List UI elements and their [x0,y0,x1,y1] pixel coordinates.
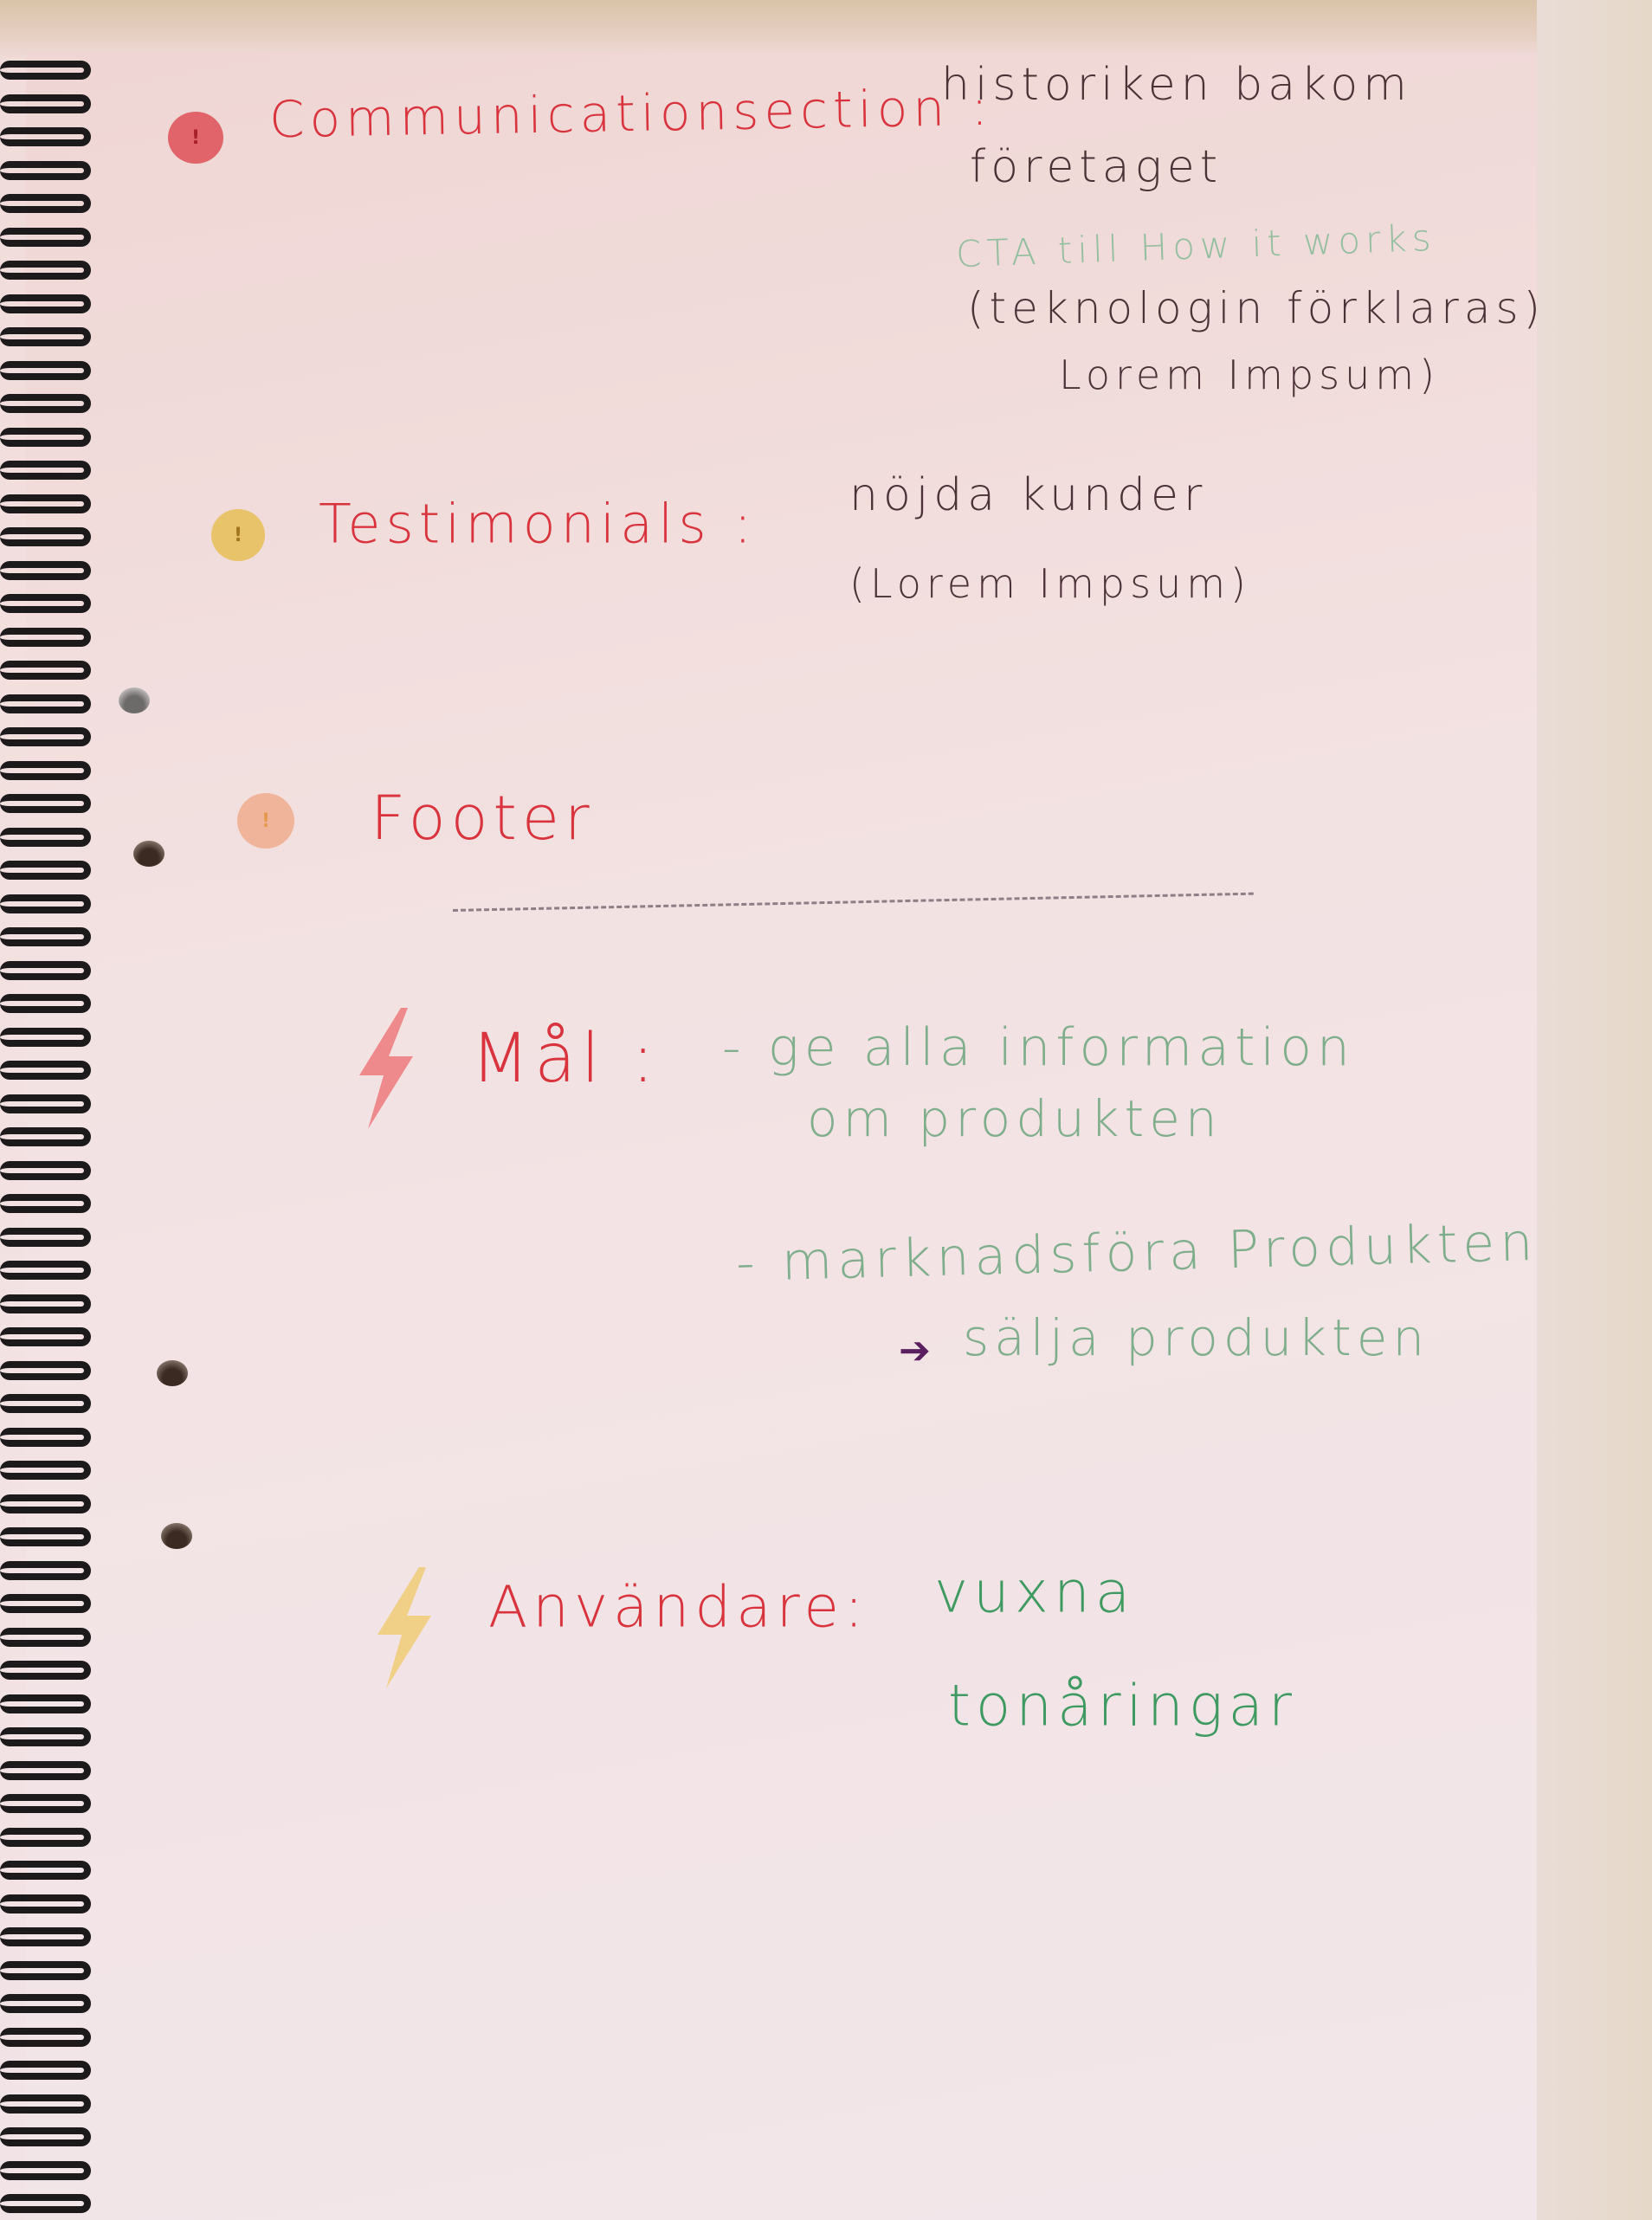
spiral-ring [0,960,91,980]
communication-line-4: (teknologin förklaras) [967,283,1546,333]
punch-hole [157,1360,188,1386]
spiral-ring [0,394,91,413]
spiral-ring [0,1127,91,1146]
spiral-ring [0,2094,91,2114]
punch-hole [119,687,150,713]
goal-line-1: - ge alla information [722,1017,1355,1078]
spiral-ring [0,861,91,880]
spiral-ring [0,1094,91,1113]
spiral-ring [0,1827,91,1847]
spiral-ring [0,1894,91,1913]
spiral-ring [0,1027,91,1047]
spiral-ring [0,327,91,346]
spiral-ring [0,2027,91,2047]
spiral-ring [0,994,91,1013]
spiral-ring [0,1527,91,1546]
spiral-ring [0,627,91,647]
yellow-exclamation-icon: ! [211,509,265,561]
communication-line-5: Lorem Impsum) [1059,352,1441,398]
spiral-ring [0,160,91,180]
testimonials-line-1: nöjda kunder [849,469,1208,521]
spiral-ring [0,2194,91,2213]
goal-line-4: säljа produkten [963,1308,1430,1367]
spiral-ring [0,1061,91,1080]
spiral-ring [0,727,91,746]
spiral-ring [0,294,91,313]
spiral-ring [0,1661,91,1680]
goal-heading: Mål : [471,1020,660,1098]
spiral-ring [0,1927,91,1946]
spiral-ring [0,827,91,847]
testimonials-line-2: (Lorem Impsum) [849,560,1251,607]
spiral-ring [0,1594,91,1613]
yellow-lightning-icon [378,1567,431,1688]
spiral-ring [0,1727,91,1746]
spiral-ring [0,1794,91,1813]
spiral-ring [0,527,91,546]
spiral-ring [0,127,91,146]
page-edge [1537,0,1652,2220]
spiral-ring [0,2160,91,2180]
red-exclamation-icon: ! [168,112,223,164]
spiral-ring [0,661,91,680]
spiral-ring [0,227,91,247]
spiral-ring [0,2061,91,2080]
spiral-ring [0,61,91,80]
spiral-ring [0,360,91,380]
spiral-ring [0,760,91,780]
spiral-ring [0,694,91,713]
spiral-ring [0,1861,91,1880]
spiral-ring [0,927,91,946]
red-lightning-icon [359,1008,413,1129]
spiral-ring [0,1560,91,1580]
communication-heading: Communicationsection : [268,77,994,150]
spiral-ring [0,894,91,913]
users-line-1: vuxna [934,1559,1136,1626]
spiral-ring [0,1994,91,2013]
spiral-ring [0,1960,91,1980]
goal-line-2: om produkten [807,1089,1223,1148]
spiral-ring [0,427,91,447]
spiral-ring [0,1494,91,1513]
spiral-ring [0,1194,91,1213]
spiral-ring [0,1227,91,1247]
testimonials-heading: Testimonials : [319,492,758,556]
spiral-ring [0,1360,91,1380]
spiral-ring [0,1461,91,1480]
spiral-ring [0,1627,91,1647]
arrow-right-icon: ➔ [899,1328,936,1373]
spiral-ring [0,94,91,113]
spiral-ring [0,560,91,580]
spiral-ring [0,261,91,280]
spiral-ring [0,194,91,213]
punch-hole [161,1523,192,1549]
spiral-ring [0,794,91,813]
users-heading: Användare: [488,1573,869,1641]
spiral-ring [0,1327,91,1346]
peach-exclamation-icon: ! [237,793,294,849]
spiral-ring [0,1394,91,1413]
spiral-ring [0,1160,91,1180]
spiral-ring [0,461,91,480]
spiral-ring [0,2127,91,2146]
spiral-ring [0,1427,91,1447]
communication-line-2: företaget [970,141,1223,193]
spiral-ring [0,1261,91,1280]
users-line-2: tonåringar [948,1672,1298,1739]
footer-heading: Footer [371,783,595,854]
spiral-ring [0,594,91,613]
communication-line-1: historiken bakom [941,59,1412,111]
spiral-ring [0,1294,91,1313]
spiral-ring [0,494,91,513]
spiral-ring [0,1694,91,1713]
spiral-ring [0,1760,91,1780]
punch-hole [133,841,165,867]
